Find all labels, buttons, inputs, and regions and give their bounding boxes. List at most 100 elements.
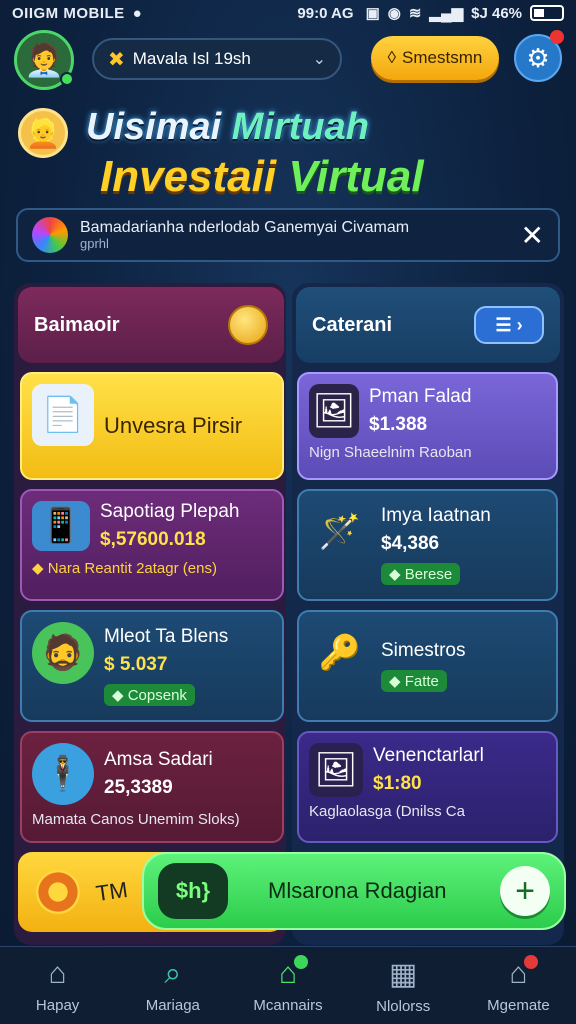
card-name: Pman Falad [369, 386, 472, 407]
tab-label: Nlolorss [376, 997, 431, 1015]
tab-badge [293, 955, 308, 969]
card-name: Imya Iaatnan [381, 505, 491, 526]
status-tag-text: Copsenk [127, 687, 187, 704]
battery-icon [530, 5, 564, 21]
card-note: Mamata Canos Unemim Sloks) [32, 811, 240, 828]
coin-icon [228, 305, 268, 345]
page-subtitle: Investaii Virtual [100, 152, 424, 202]
currency-badge: $h} [158, 863, 228, 919]
investment-card[interactable]: 📄 Unvesra Pirsir [20, 372, 284, 480]
title-line1-part1: Uisimai [86, 106, 232, 148]
investment-card[interactable]: 🖼 Venenctarlarl $1:80 Kaglaolasga (Dnils… [297, 731, 558, 843]
tools-icon: ✖ [108, 48, 125, 71]
tab-badge [524, 955, 539, 969]
right-column-header[interactable]: Caterani ☰ › [296, 287, 560, 363]
card-name: Sapotiag Plepah [100, 501, 240, 522]
close-icon[interactable]: ✕ [521, 219, 544, 252]
invest-action-bar[interactable]: $h} Mlsarona Rdagian + [142, 852, 566, 930]
card-price: $1.388 [369, 414, 428, 435]
status-tag: ◆ Fatte [381, 670, 447, 692]
key-icon: 🔑 [318, 634, 362, 672]
status-tag-text: Berese [404, 566, 453, 583]
tab-label: Hapay [35, 997, 80, 1014]
title-line2-part2: Virtual [288, 152, 424, 201]
signal-icon: ▂▄▆ [429, 5, 464, 22]
tab-market[interactable]: ⌂ Mgemate [461, 947, 576, 1024]
investment-card[interactable]: 🧔 Mleot Ta Blens $ 5.037 ◆ Copsenk [20, 610, 284, 722]
card-note: Kaglaolasga (Dnilss Ca [309, 803, 465, 820]
investment-card[interactable]: 📱 Sapotiag Plepah $,57600.018 ◆ Nara Rea… [20, 489, 284, 601]
card-price: $1:80 [373, 773, 422, 794]
location-icon: ◉ [387, 5, 401, 22]
account-selector[interactable]: ✖ Mavala Isl 19sh ⌄ [92, 38, 342, 80]
profile-icon: ▦ [389, 957, 418, 991]
document-icon: 📄 [32, 384, 94, 446]
right-column-title: Caterani [312, 313, 393, 336]
card-info: Pman Falad $1.388 [369, 384, 471, 438]
card-info: Imya Iaatnan $4,386 ◆ Berese [381, 501, 491, 589]
tab-label: Mgemate [487, 997, 550, 1014]
chat-icon: ● [132, 4, 142, 22]
chevron-down-icon: ⌄ [312, 51, 326, 68]
action-label: Mlsarona Rdagian [268, 878, 447, 903]
list-view-button[interactable]: ☰ › [474, 306, 544, 344]
investment-card[interactable]: 🖼 Pman Falad $1.388 Nign Shaeelnim Raoba… [297, 372, 558, 480]
investment-card[interactable]: 🪄 Imya Iaatnan $4,386 ◆ Berese [297, 489, 558, 601]
status-bar: OIIGM MOBILE ● 99:0 AG ▣ ◉ ≋ ▂▄▆ $J 46% [0, 0, 576, 26]
tab-label: Mariaga [145, 997, 200, 1014]
wifi-icon: ≋ [408, 5, 422, 22]
account-selector-label: Mavala Isl 19sh [132, 49, 251, 68]
notification-icon: ▣ [365, 5, 380, 22]
cube-icon [32, 217, 68, 253]
investment-card[interactable]: 🕴 Amsa Sadari 25,3389 Mamata Canos Unemi… [20, 731, 284, 843]
notification-badge [550, 30, 564, 44]
card-price: $ 5.037 [104, 654, 168, 675]
card-info: Simestros ◆ Fatte [381, 622, 465, 710]
flame-icon: ◊ [387, 48, 397, 67]
card-price: 25,3389 [104, 777, 173, 798]
search-icon: ⌕ [164, 957, 182, 990]
card-info: Unvesra Pirsir [104, 384, 242, 468]
donut-icon [36, 870, 80, 914]
card-note: Nign Shaeelnim Raoban [309, 444, 472, 461]
tab-profile[interactable]: ▦ Nlolorss [346, 947, 461, 1024]
card-name: Amsa Sadari [104, 749, 213, 770]
status-tag: ◆ Berese [381, 563, 461, 585]
plus-icon: + [515, 871, 535, 910]
card-name: Simestros [381, 640, 466, 661]
chevron-right-icon: › [516, 314, 523, 335]
status-tag-text: Fatte [404, 673, 439, 690]
title-line2-part1: Investaii [100, 152, 289, 201]
wand-icon: 🪄 [318, 513, 362, 551]
online-indicator [60, 72, 74, 86]
left-column-header[interactable]: Baimaoir [18, 287, 284, 363]
card-info: Mleot Ta Blens $ 5.037 ◆ Copsenk [104, 622, 228, 710]
add-button[interactable]: + [500, 866, 550, 916]
tab-portfolio[interactable]: ⌂ Mcannairs [230, 947, 345, 1024]
investment-card[interactable]: 🔑 Simestros ◆ Fatte [297, 610, 558, 722]
phone-icon: 📱 [32, 501, 90, 551]
battery-label: $J 46% [471, 4, 522, 22]
tab-home[interactable]: ⌂ Hapay [0, 947, 115, 1024]
bottom-tab-bar: ⌂ Hapay ⌕ Mariaga ⌂ Mcannairs ▦ Nlolorss… [0, 946, 576, 1024]
banner-content: Bamadarianha nderlodab Ganemyai Civamam … [80, 219, 509, 250]
card-name: Mleot Ta Blens [104, 626, 229, 647]
card-name: Venenctarlarl [373, 745, 484, 766]
tab-search[interactable]: ⌕ Mariaga [115, 947, 230, 1024]
status-tag: ◆ Copsenk [104, 684, 195, 706]
home-icon: ⌂ [48, 957, 67, 990]
tm-label: TM [94, 876, 130, 907]
session-button[interactable]: ◊ Smestsmn [371, 36, 499, 80]
gallery-icon: 🖼 [309, 743, 363, 797]
announcement-banner[interactable]: Bamadarianha nderlodab Ganemyai Civamam … [16, 208, 560, 262]
card-info: Sapotiag Plepah $,57600.018 [100, 501, 239, 551]
clock: 99:0 AG [297, 4, 354, 22]
card-name: Unvesra Pirsir [104, 413, 243, 438]
title-line1-part2: Mirtuah [231, 106, 369, 148]
card-info: Venenctarlarl $1:80 [373, 743, 484, 797]
card-price: $,57600.018 [100, 529, 206, 550]
session-button-label: Smestsmn [402, 48, 483, 67]
tab-label: Mcannairs [253, 997, 323, 1014]
page-title: Uisimai Mirtuah [86, 106, 369, 149]
tablet-icon: 🖼 [309, 384, 359, 438]
